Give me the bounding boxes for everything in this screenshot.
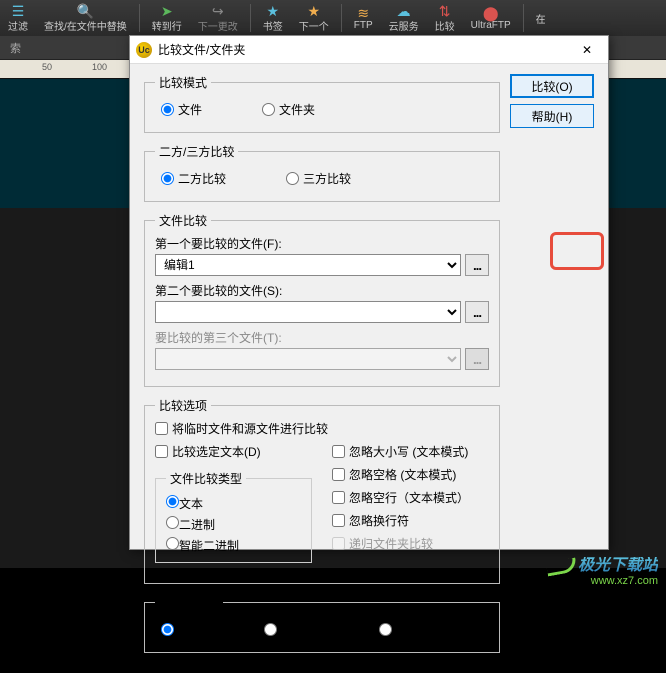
tb-filter[interactable]: ☰过滤 bbox=[4, 1, 32, 35]
compare-mode-legend: 比较模式 bbox=[155, 74, 211, 91]
radio-type-smart[interactable]: 智能二进制 bbox=[166, 535, 301, 556]
radio-type-text[interactable]: 文本 bbox=[166, 493, 301, 514]
opt-recursive: 递归文件夹比较 bbox=[332, 535, 489, 552]
opt-ignore-case[interactable]: 忽略大小写 (文本模式) bbox=[332, 443, 489, 460]
opt-ignore-blank[interactable]: 忽略空行（文本模式） bbox=[332, 489, 489, 506]
tb-bookmark-next[interactable]: ★下一个 bbox=[295, 1, 333, 35]
tb-cloud[interactable]: ☁云服务 bbox=[385, 1, 423, 35]
radio-file[interactable]: 文件 bbox=[161, 101, 202, 118]
compare-options-group: 比较选项 将临时文件和源文件进行比较 比较选定文本(D) 文件比较类型 文本 二… bbox=[144, 397, 500, 584]
file2-browse-button[interactable]: ... bbox=[465, 301, 489, 323]
help-button[interactable]: 帮助(H) bbox=[510, 104, 594, 128]
file-compare-legend: 文件比较 bbox=[155, 212, 211, 229]
tb-bookmark[interactable]: ★书签 bbox=[259, 1, 287, 35]
tb-ftp[interactable]: ≋FTP bbox=[350, 3, 377, 33]
tb-next-change[interactable]: ↪下一更改 bbox=[194, 1, 242, 35]
main-toolbar: ☰过滤 🔍查找/在文件中替换 ➤转到行 ↪下一更改 ★书签 ★下一个 ≋FTP … bbox=[0, 0, 666, 36]
options-legend: 比较选项 bbox=[155, 397, 211, 414]
footer-watermark: 极光下载站 www.xz7.com bbox=[546, 556, 658, 588]
opt-ignore-newline[interactable]: 忽略换行符 bbox=[332, 512, 489, 529]
dialog-title: 比较文件/文件夹 bbox=[158, 41, 572, 58]
file2-label: 第二个要比较的文件(S): bbox=[155, 282, 489, 299]
tiling-group: 编辑器平铺 无平铺 垂直平铺 水平平铺 bbox=[144, 594, 500, 653]
file3-combo bbox=[155, 348, 461, 370]
file-type-legend: 文件比较类型 bbox=[166, 470, 246, 487]
tb-compare[interactable]: ⇅比较 bbox=[431, 1, 459, 35]
radio-two-way[interactable]: 二方比较 bbox=[161, 170, 226, 187]
radio-tiling-none[interactable]: 无平铺 bbox=[161, 621, 214, 638]
file1-browse-button[interactable]: ... bbox=[465, 254, 489, 276]
compare-mode-group: 比较模式 文件 文件夹 bbox=[144, 74, 500, 133]
radio-folder[interactable]: 文件夹 bbox=[262, 101, 315, 118]
file-compare-group: 文件比较 第一个要比较的文件(F): 编辑1 ... 第二个要比较的文件(S):… bbox=[144, 212, 500, 387]
close-button[interactable]: ✕ bbox=[572, 39, 602, 61]
tiling-legend: 编辑器平铺 bbox=[155, 594, 223, 611]
file1-label: 第一个要比较的文件(F): bbox=[155, 235, 489, 252]
tb-find-replace[interactable]: 🔍查找/在文件中替换 bbox=[40, 1, 131, 35]
app-icon: Uc bbox=[136, 42, 152, 58]
party-mode-legend: 二方/三方比较 bbox=[155, 143, 238, 160]
file1-combo[interactable]: 编辑1 bbox=[155, 254, 461, 276]
file-type-group: 文件比较类型 文本 二进制 智能二进制 bbox=[155, 470, 312, 563]
tb-last[interactable]: 在 bbox=[532, 9, 550, 28]
compare-button[interactable]: 比较(O) bbox=[510, 74, 594, 98]
tb-ultraftp[interactable]: ⬤UltraFTP bbox=[467, 3, 515, 33]
opt-temp-files[interactable]: 将临时文件和源文件进行比较 bbox=[155, 420, 489, 437]
opt-selected-text[interactable]: 比较选定文本(D) bbox=[155, 443, 312, 460]
radio-tiling-horizontal[interactable]: 水平平铺 bbox=[379, 621, 444, 638]
radio-type-binary[interactable]: 二进制 bbox=[166, 514, 301, 535]
radio-three-way[interactable]: 三方比较 bbox=[286, 170, 351, 187]
file2-combo[interactable] bbox=[155, 301, 461, 323]
compare-dialog: Uc 比较文件/文件夹 ✕ 比较模式 文件 文件夹 二方/三方比较 二方比较 三… bbox=[129, 35, 609, 550]
opt-ignore-space[interactable]: 忽略空格 (文本模式) bbox=[332, 466, 489, 483]
radio-tiling-vertical[interactable]: 垂直平铺 bbox=[264, 621, 329, 638]
party-mode-group: 二方/三方比较 二方比较 三方比较 bbox=[144, 143, 500, 202]
file3-label: 要比较的第三个文件(T): bbox=[155, 329, 489, 346]
dialog-titlebar: Uc 比较文件/文件夹 ✕ bbox=[130, 36, 608, 64]
tb-goto-line[interactable]: ➤转到行 bbox=[148, 1, 186, 35]
file3-browse-button: ... bbox=[465, 348, 489, 370]
